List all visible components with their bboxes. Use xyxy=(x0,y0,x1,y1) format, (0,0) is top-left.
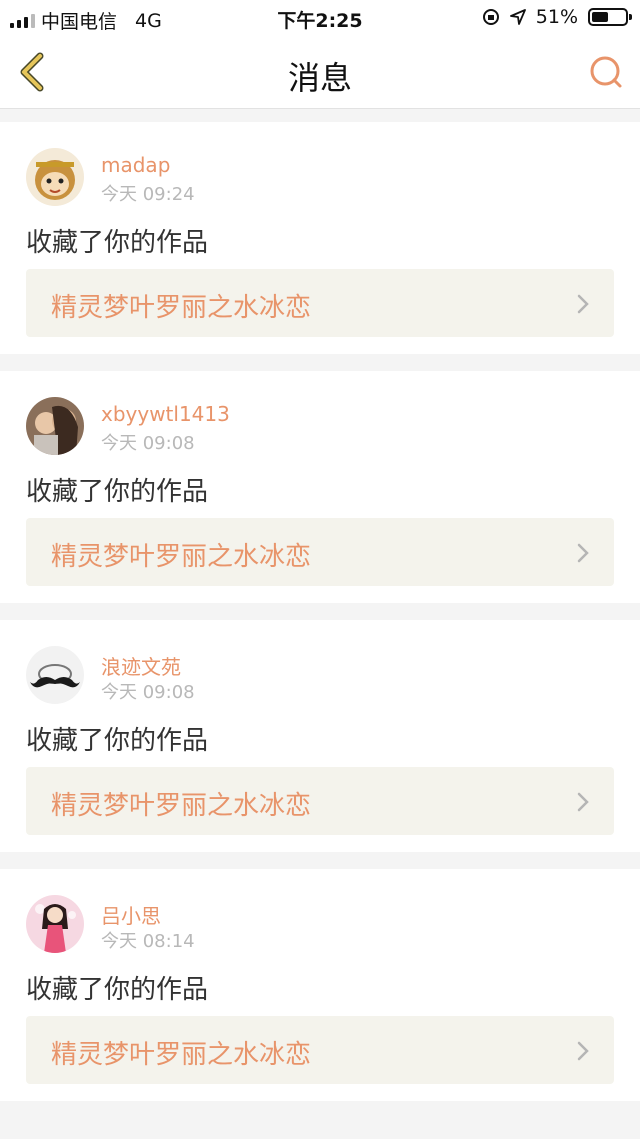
action-text: 收藏了你的作品 xyxy=(26,228,209,258)
work-link[interactable]: 精灵梦叶罗丽之水冰恋 xyxy=(26,269,614,337)
search-button[interactable] xyxy=(586,52,626,92)
chevron-right-icon xyxy=(577,543,589,563)
avatar[interactable] xyxy=(26,646,84,704)
username[interactable]: xbyywtl1413 xyxy=(101,402,230,426)
message-time: 今天 09:08 xyxy=(101,433,195,454)
username[interactable]: madap xyxy=(101,153,170,177)
orientation-lock-icon xyxy=(482,9,499,25)
work-title: 精灵梦叶罗丽之水冰恋 xyxy=(51,791,312,821)
message-card: 浪迹文苑 今天 09:08 收藏了你的作品 精灵梦叶罗丽之水冰恋 xyxy=(0,620,640,852)
work-title: 精灵梦叶罗丽之水冰恋 xyxy=(51,293,312,323)
monkey-avatar-icon xyxy=(26,148,84,206)
couple-photo-avatar-icon xyxy=(26,397,84,455)
action-text: 收藏了你的作品 xyxy=(26,726,209,756)
avatar[interactable] xyxy=(26,895,84,953)
action-text: 收藏了你的作品 xyxy=(26,477,209,507)
page-title: 消息 xyxy=(287,59,352,97)
chevron-right-icon xyxy=(577,1041,589,1061)
message-list: madap 今天 09:24 收藏了你的作品 精灵梦叶罗丽之水冰恋 xbyywt… xyxy=(0,122,640,1118)
message-card: madap 今天 09:24 收藏了你的作品 精灵梦叶罗丽之水冰恋 xyxy=(0,122,640,354)
username[interactable]: 浪迹文苑 xyxy=(101,651,181,680)
message-card: xbyywtl1413 今天 09:08 收藏了你的作品 精灵梦叶罗丽之水冰恋 xyxy=(0,371,640,603)
action-text: 收藏了你的作品 xyxy=(26,975,209,1005)
message-card: 吕小思 今天 08:14 收藏了你的作品 精灵梦叶罗丽之水冰恋 xyxy=(0,869,640,1101)
avatar[interactable] xyxy=(26,148,84,206)
work-title: 精灵梦叶罗丽之水冰恋 xyxy=(51,542,312,572)
username[interactable]: 吕小思 xyxy=(101,900,161,929)
search-icon xyxy=(590,56,622,88)
message-time: 今天 08:14 xyxy=(101,931,195,952)
work-link[interactable]: 精灵梦叶罗丽之水冰恋 xyxy=(26,1016,614,1084)
avatar[interactable] xyxy=(26,397,84,455)
message-time: 今天 09:08 xyxy=(101,682,195,703)
girl-doll-avatar-icon xyxy=(26,895,84,953)
work-title: 精灵梦叶罗丽之水冰恋 xyxy=(51,1040,312,1070)
battery-percent: 51% xyxy=(535,6,578,28)
message-time: 今天 09:24 xyxy=(101,184,195,205)
chevron-right-icon xyxy=(577,294,589,314)
location-arrow-icon xyxy=(509,9,526,25)
work-link[interactable]: 精灵梦叶罗丽之水冰恋 xyxy=(26,518,614,586)
battery-icon xyxy=(588,8,632,26)
work-link[interactable]: 精灵梦叶罗丽之水冰恋 xyxy=(26,767,614,835)
chevron-right-icon xyxy=(577,792,589,812)
nav-bar: 消息 xyxy=(0,36,640,109)
status-bar: 中国电信 4G 下午2:25 51% xyxy=(0,0,640,36)
mustache-avatar-icon xyxy=(26,646,84,704)
